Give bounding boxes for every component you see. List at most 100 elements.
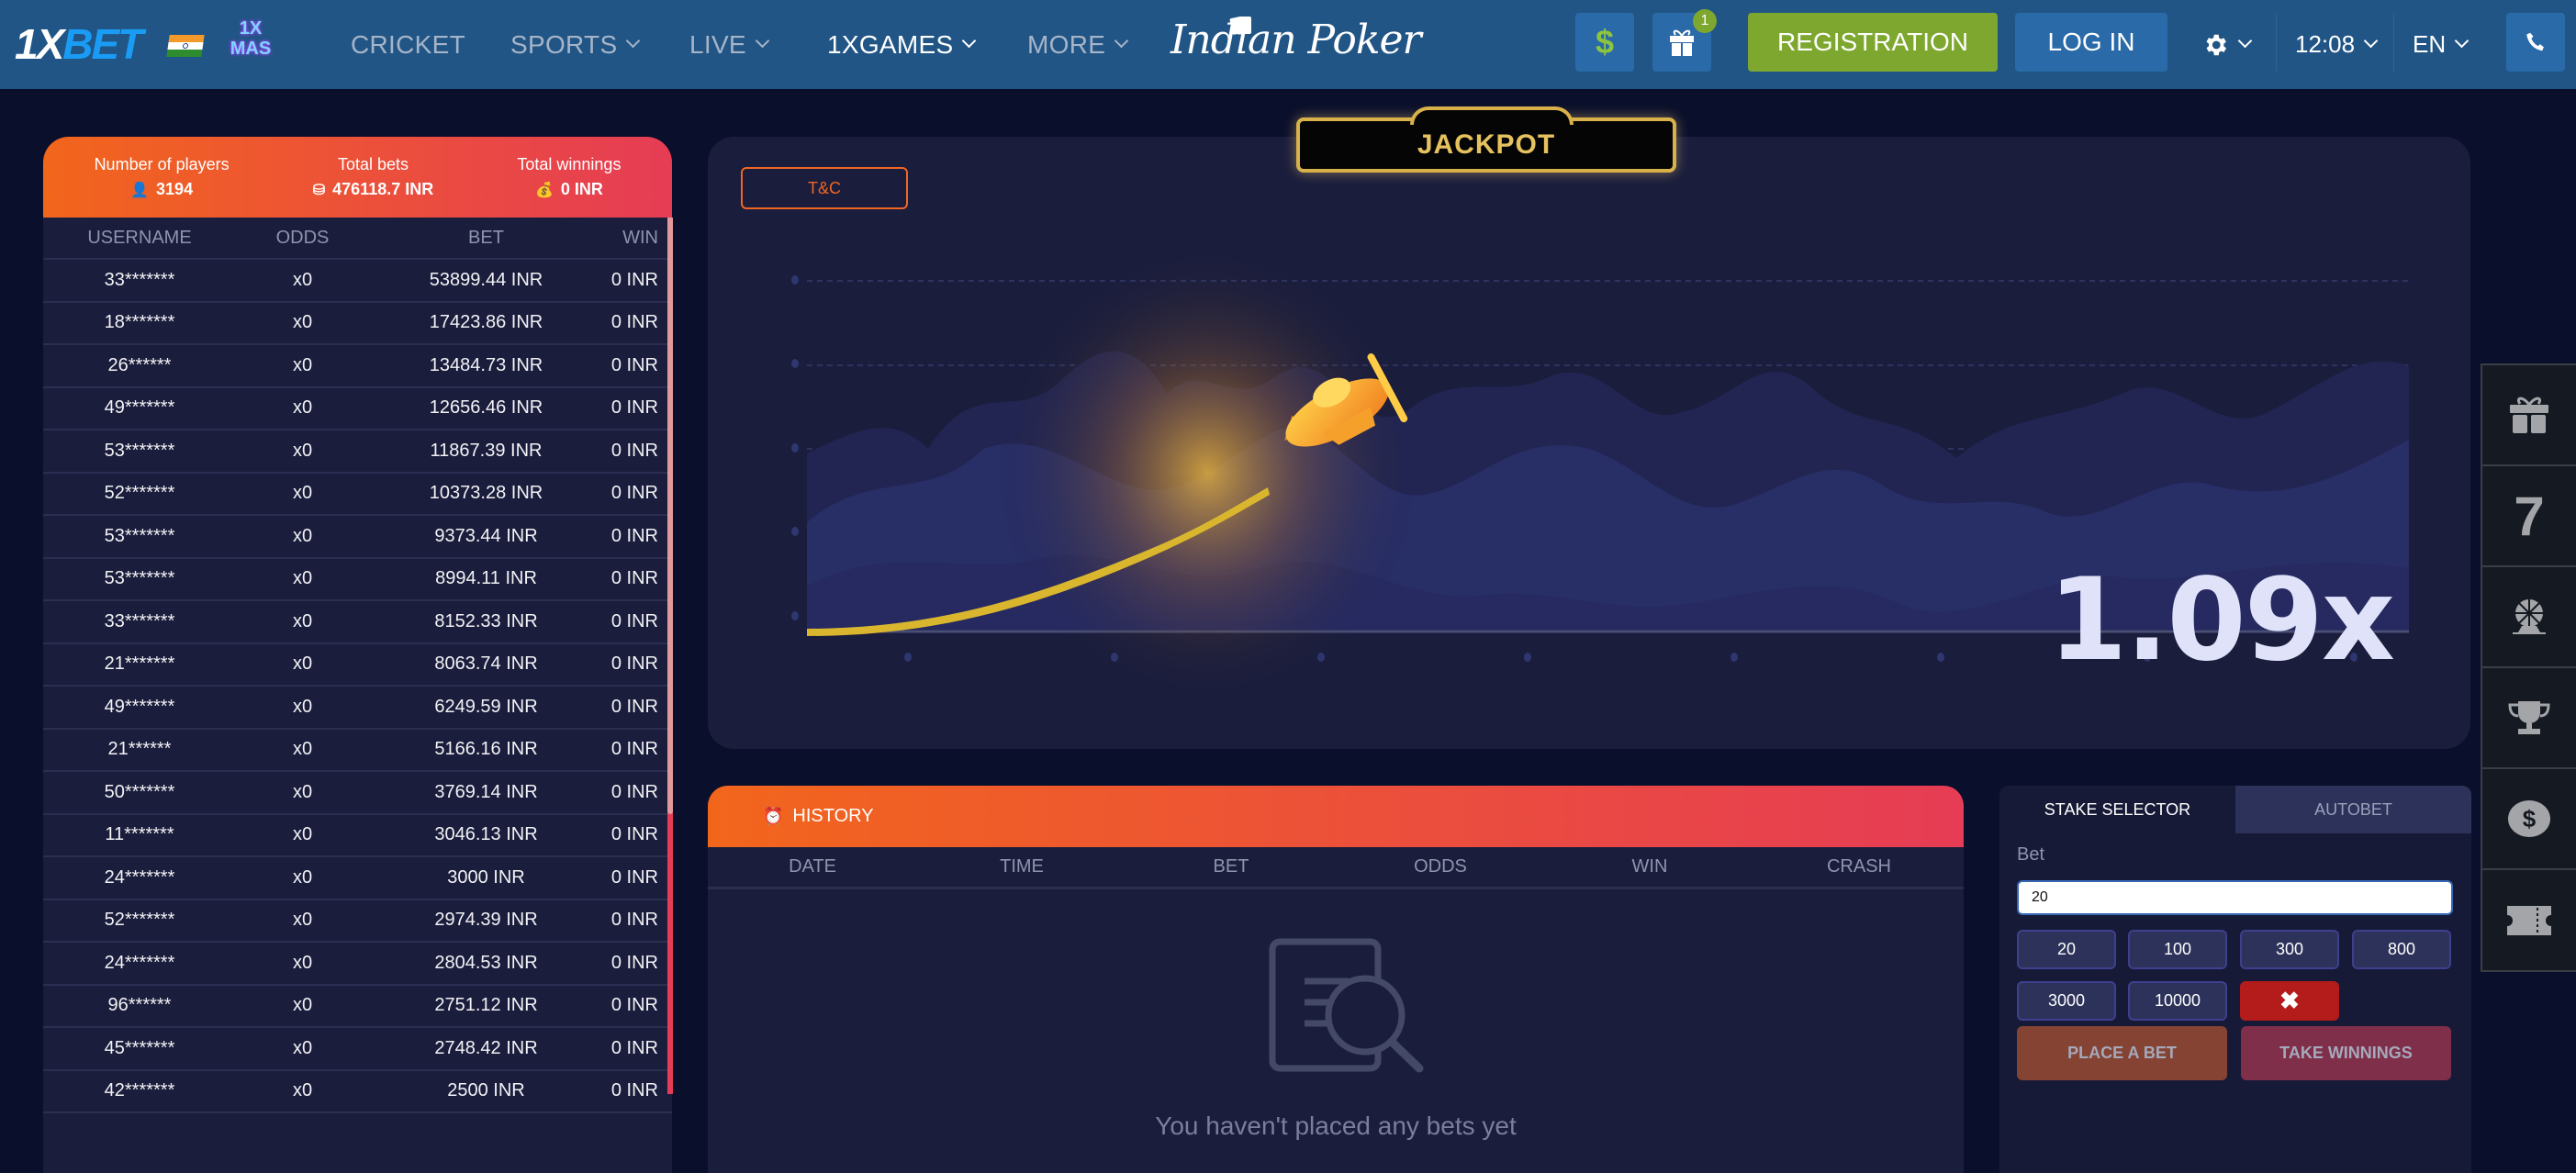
bet-row: 26****** x0 13484.73 INR 0 INR (43, 345, 672, 388)
sidebar-item-gift[interactable] (2482, 365, 2576, 466)
username-cell: 49******* (104, 696, 175, 717)
chevron-down-icon (962, 33, 977, 49)
phone-button[interactable] (2506, 13, 2565, 72)
chip-20[interactable]: 20 (2017, 930, 2116, 969)
odds-cell: x0 (292, 483, 313, 504)
sidebar-item-tournaments[interactable] (2482, 668, 2576, 769)
bet-row: 52******* x0 10373.28 INR 0 INR (43, 474, 672, 516)
chevron-down-icon (2363, 33, 2379, 49)
jackpot-banner[interactable]: JACKPOT (1296, 106, 1676, 173)
1xbet-logo[interactable]: 1X BET (15, 20, 143, 68)
indian-poker-promo[interactable]: Indian Poker (1170, 17, 1422, 63)
deposit-button[interactable]: $ (1575, 13, 1634, 72)
bet-cell: 12656.46 INR (429, 397, 543, 419)
bets-table-body[interactable]: 33******* x0 53899.44 INR 0 INR 18******* x0 1… (43, 260, 672, 1113)
bet-cell: 3000 INR (447, 866, 525, 888)
odds-cell: x0 (292, 269, 313, 290)
win-cell: 0 INR (610, 995, 658, 1016)
tab-stake-selector[interactable]: STAKE SELECTOR (1999, 786, 2235, 833)
username-cell: 53******* (104, 525, 175, 546)
take-winnings-button[interactable]: TAKE WINNINGS (2241, 1026, 2451, 1080)
odds-cell: x0 (292, 354, 313, 375)
dollar-coin-icon: $ (2508, 800, 2550, 837)
win-cell: 0 INR (610, 781, 658, 802)
language-dropdown[interactable]: EN (2413, 0, 2470, 89)
bet-cell: 2751.12 INR (434, 995, 538, 1016)
gift-button[interactable]: 1 (1652, 9, 1717, 72)
gift-count-badge: 1 (1693, 9, 1717, 33)
sidebar-item-promo-code[interactable] (2482, 870, 2576, 971)
sidebar-item-wheel[interactable] (2482, 567, 2576, 668)
bet-row: 24******* x0 2804.53 INR 0 INR (43, 943, 672, 986)
registration-button[interactable]: REGISTRATION (1748, 13, 1998, 72)
username-cell: 53******* (104, 568, 175, 589)
place-bet-button[interactable]: PLACE A BET (2017, 1026, 2227, 1080)
odds-cell: x0 (292, 1037, 313, 1058)
bets-scrollbar-thumb[interactable] (667, 218, 673, 814)
odds-cell: x0 (292, 866, 313, 888)
y-axis-tick (791, 611, 799, 620)
dollar-icon: $ (1595, 23, 1615, 61)
username-cell: 21******* (104, 654, 175, 675)
win-cell: 0 INR (610, 952, 658, 973)
odds-cell: x0 (292, 952, 313, 973)
odds-cell: x0 (292, 397, 313, 419)
x-axis-tick (904, 653, 912, 662)
x-axis-tick (1524, 653, 1531, 662)
bet-cell: 3769.14 INR (434, 781, 538, 802)
bet-row: 53******* x0 8994.11 INR 0 INR (43, 559, 672, 601)
clear-bet-button[interactable]: ✖ (2240, 981, 2339, 1021)
chip-100[interactable]: 100 (2128, 930, 2227, 969)
bet-row: 50******* x0 3769.14 INR 0 INR (43, 772, 672, 815)
odds-cell: x0 (292, 568, 313, 589)
chip-10000[interactable]: 10000 (2128, 981, 2227, 1021)
odds-cell: x0 (292, 610, 313, 631)
username-cell: 53******* (104, 440, 175, 461)
tab-autobet[interactable]: AUTOBET (2235, 786, 2471, 833)
odds-cell: x0 (292, 312, 313, 333)
y-axis-tick (791, 527, 799, 536)
time-dropdown[interactable]: 12:08 (2295, 0, 2379, 89)
india-flag-icon[interactable] (166, 35, 205, 57)
bet-cell: 11867.39 INR (430, 440, 543, 461)
username-cell: 52******* (104, 483, 175, 504)
login-button[interactable]: LOG IN (2015, 13, 2167, 72)
chip-800[interactable]: 800 (2352, 930, 2451, 969)
bet-row: 33******* x0 53899.44 INR 0 INR (43, 260, 672, 303)
user-icon: 👤 (130, 182, 150, 198)
bet-row: 11******* x0 3046.13 INR 0 INR (43, 815, 672, 857)
bet-row: 52******* x0 2974.39 INR 0 INR (43, 900, 672, 943)
bet-cell: 8152.33 INR (434, 610, 538, 631)
phone-icon (2526, 32, 2544, 51)
win-cell: 0 INR (610, 654, 658, 675)
win-cell: 0 INR (610, 568, 658, 589)
bets-table-header: USERNAME ODDS BET WIN (43, 218, 672, 260)
nav-sports[interactable]: SPORTS (510, 0, 641, 89)
settings-dropdown[interactable] (2201, 0, 2253, 89)
username-cell: 96****** (107, 995, 172, 1016)
nav-1xgames[interactable]: 1XGAMES (827, 0, 977, 89)
nav-live[interactable]: LIVE (689, 0, 770, 89)
nav-cricket[interactable]: CRICKET (351, 0, 465, 89)
win-cell: 0 INR (610, 269, 658, 290)
win-cell: 0 INR (610, 910, 658, 931)
odds-cell: x0 (292, 525, 313, 546)
username-cell: 52******* (104, 910, 175, 931)
username-cell: 24******* (104, 866, 175, 888)
sidebar-item-cashback[interactable]: $ (2482, 769, 2576, 870)
gift-icon (2510, 397, 2548, 433)
chip-300[interactable]: 300 (2240, 930, 2339, 969)
win-cell: 0 INR (610, 1080, 658, 1101)
win-cell: 0 INR (610, 866, 658, 888)
username-cell: 33******* (104, 269, 175, 290)
y-axis-tick (791, 359, 799, 368)
bet-row: 53******* x0 11867.39 INR 0 INR (43, 430, 672, 474)
sidebar-item-lucky-seven[interactable]: 7 (2482, 466, 2576, 567)
chip-3000[interactable]: 3000 (2017, 981, 2116, 1021)
1xmas-promo-badge[interactable]: 1X MAS (220, 18, 281, 66)
nav-more[interactable]: MORE (1027, 0, 1129, 89)
bet-cell: 2748.42 INR (434, 1037, 538, 1058)
stake-panel: STAKE SELECTOR AUTOBET Bet 20 100 300 80… (1999, 786, 2471, 1173)
odds-cell: x0 (292, 696, 313, 717)
bet-amount-input[interactable] (2017, 880, 2453, 915)
